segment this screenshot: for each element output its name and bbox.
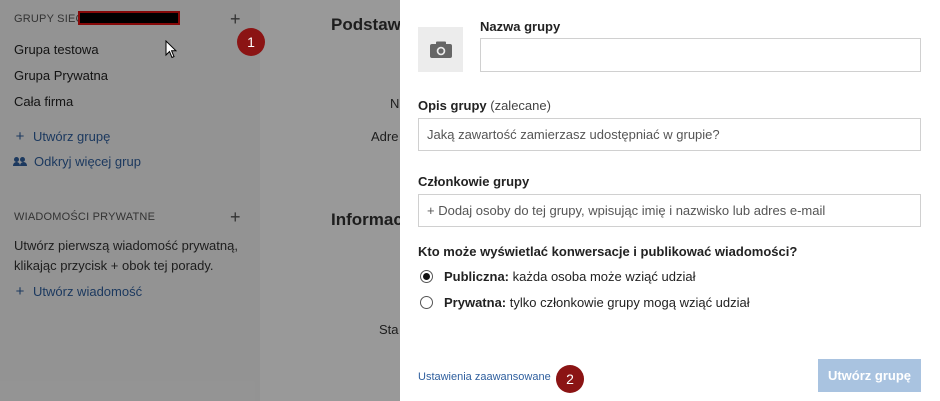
private-option-text: Prywatna: tylko członkowie grupy mogą wz… [444,295,750,310]
private-option-title: Prywatna: [444,295,507,310]
advanced-settings-link[interactable]: Ustawienia zaawansowane [418,371,551,383]
group-name-label: Nazwa grupy [480,19,561,34]
public-radio[interactable] [420,270,433,283]
step-marker-2: 2 [556,365,584,393]
camera-icon [429,41,452,58]
group-description-label: Opis grupy (zalecane) [418,98,551,113]
group-name-input[interactable] [480,38,921,72]
group-description-title: Opis grupy [418,98,487,113]
modal-overlay[interactable] [0,0,400,401]
step-marker-1: 1 [237,28,265,56]
create-group-submit-button[interactable]: Utwórz grupę [818,359,921,392]
group-description-hint: (zalecane) [490,98,551,113]
group-description-input[interactable] [418,118,921,151]
public-option-title: Publiczna: [444,269,510,284]
visibility-private-option[interactable]: Prywatna: tylko członkowie grupy mogą wz… [420,295,750,310]
group-members-label: Członkowie grupy [418,174,530,189]
visibility-question: Kto może wyświetlać konwersacje i publik… [418,244,798,259]
public-option-text: Publiczna: każda osoba może wziąć udział [444,269,695,284]
create-group-panel: Nazwa grupy Opis grupy (zalecane) Członk… [400,0,940,401]
public-option-desc: każda osoba może wziąć udział [512,269,696,284]
group-photo-button[interactable] [418,27,463,72]
visibility-public-option[interactable]: Publiczna: każda osoba może wziąć udział [420,269,695,284]
private-radio[interactable] [420,296,433,309]
group-members-input[interactable] [418,194,921,227]
private-option-desc: tylko członkowie grupy mogą wziąć udział [509,295,750,310]
